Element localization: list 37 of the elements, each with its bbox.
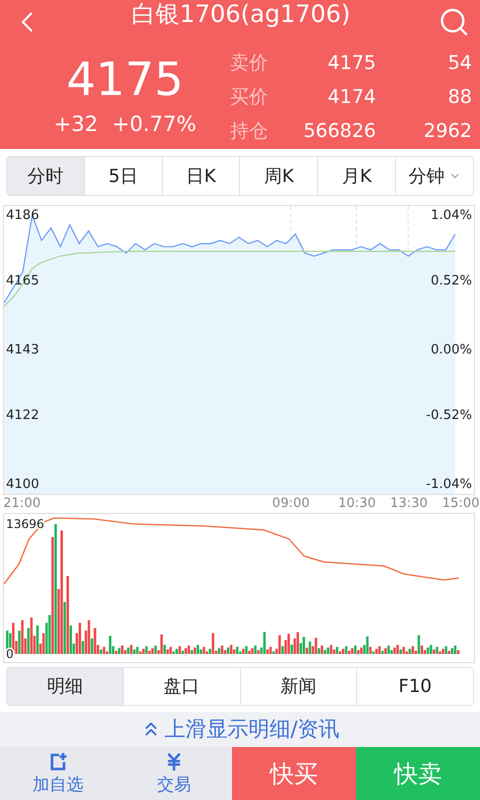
percent-axis-label: -1.04%	[426, 476, 472, 492]
percent-axis-label: 1.04%	[430, 208, 472, 223]
time-axis-label: 15:00	[442, 496, 480, 511]
last-price: 4175	[66, 54, 184, 104]
swipe-hint: 上滑显示明细/资讯	[164, 716, 340, 744]
price-change: +32	[54, 112, 98, 136]
price-axis-label: 4100	[6, 476, 40, 492]
price-axis-label: 4186	[6, 208, 40, 223]
quote-label: 持仓	[230, 119, 269, 144]
time-axis-label: 09:00	[272, 496, 310, 511]
quote-volume: 88	[446, 86, 472, 108]
quote-label: 买价	[230, 85, 269, 110]
quote-price: 4175	[326, 52, 376, 74]
window-title: 白银1706(ag1706)	[132, 0, 350, 30]
time-axis-label: 13:30	[390, 496, 428, 511]
volume-axis-label: 13696	[6, 516, 44, 531]
period-tab[interactable]: 分时	[7, 157, 84, 195]
percent-change: +0.77%	[112, 112, 196, 136]
period-tab[interactable]: 分钟	[395, 157, 473, 195]
quote-label: 卖价	[230, 51, 269, 76]
detail-tab[interactable]: 明细	[7, 668, 123, 705]
time-axis-label: 10:30	[338, 496, 376, 511]
quote-price: 566826	[302, 120, 376, 142]
swipe-hint-bar[interactable]: 上滑显示明细/资讯	[0, 712, 480, 748]
add-page-icon	[48, 752, 68, 772]
time-axis-label: 21:00	[3, 496, 41, 511]
price-axis-label: 4122	[6, 408, 40, 424]
percent-axis-label: 0.52%	[430, 274, 472, 288]
quote-volume: 54	[446, 52, 472, 74]
trade-button[interactable]: 交易	[116, 747, 232, 800]
detail-tab[interactable]: F10	[356, 668, 473, 705]
price-axis-label: 4143	[6, 342, 40, 358]
percent-axis-label: -0.52%	[426, 408, 472, 424]
quote-price: 4174	[326, 86, 376, 108]
add-watchlist-button[interactable]: 加自选	[0, 747, 116, 800]
quote-volume: 2962	[422, 120, 472, 142]
percent-axis-label: 0.00%	[430, 342, 472, 358]
